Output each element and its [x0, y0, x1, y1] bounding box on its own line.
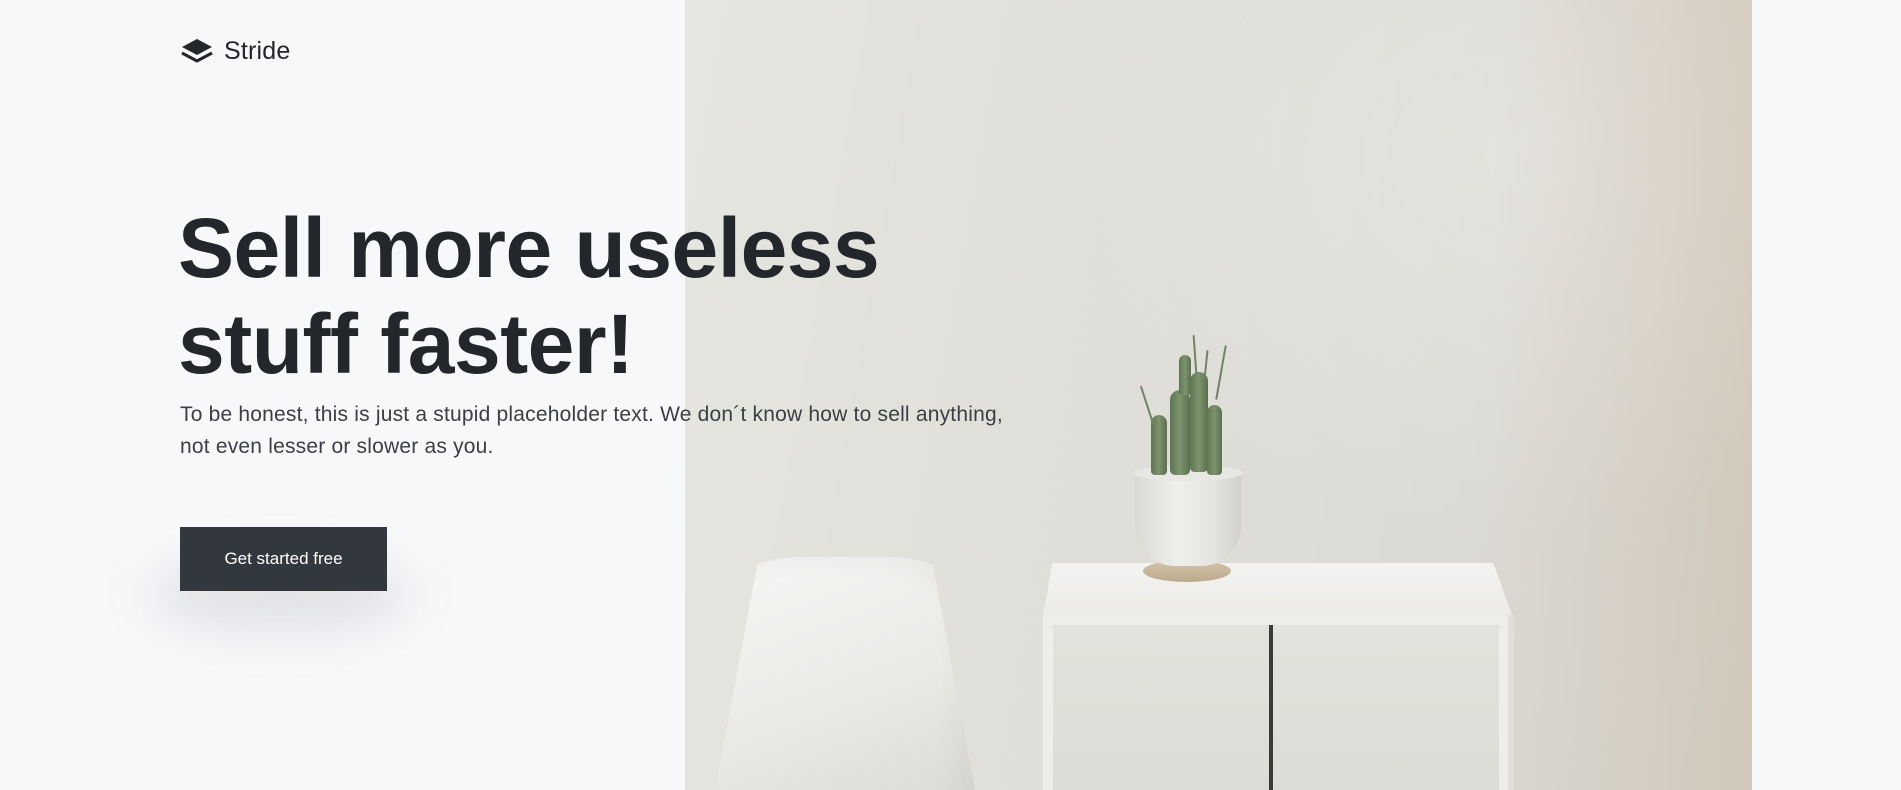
- subtext-line-2: not even lesser or slower as you.: [180, 435, 494, 458]
- brand-name: Stride: [224, 36, 291, 65]
- plant-pot: [1135, 470, 1241, 566]
- cabinet-top: [1043, 563, 1512, 615]
- headline-line-1: Sell more useless: [178, 201, 880, 295]
- cabinet-door-gap: [1269, 625, 1273, 790]
- cabinet: [1043, 563, 1514, 790]
- hero-subtext: To be honest, this is just a stupid plac…: [180, 399, 1080, 463]
- hero-headline: Sell more useless stuff faster!: [178, 200, 938, 392]
- cactus-stem: [1170, 390, 1190, 475]
- cactus-stem: [1151, 415, 1167, 475]
- cactus-stem: [1207, 405, 1222, 475]
- warm-light: [1492, 0, 1752, 790]
- headline-line-2: stuff faster!: [178, 297, 634, 391]
- cabinet-door-left: [1053, 625, 1269, 790]
- layers-icon: [181, 39, 213, 63]
- hero-image: [685, 0, 1752, 790]
- cactus-stem: [1179, 355, 1191, 395]
- cactus-stem: [1190, 372, 1208, 472]
- brand-logo[interactable]: Stride: [180, 36, 291, 66]
- subtext-line-1: To be honest, this is just a stupid plac…: [180, 403, 1003, 426]
- get-started-button[interactable]: Get started free: [180, 527, 387, 591]
- cabinet-door-right: [1273, 625, 1499, 790]
